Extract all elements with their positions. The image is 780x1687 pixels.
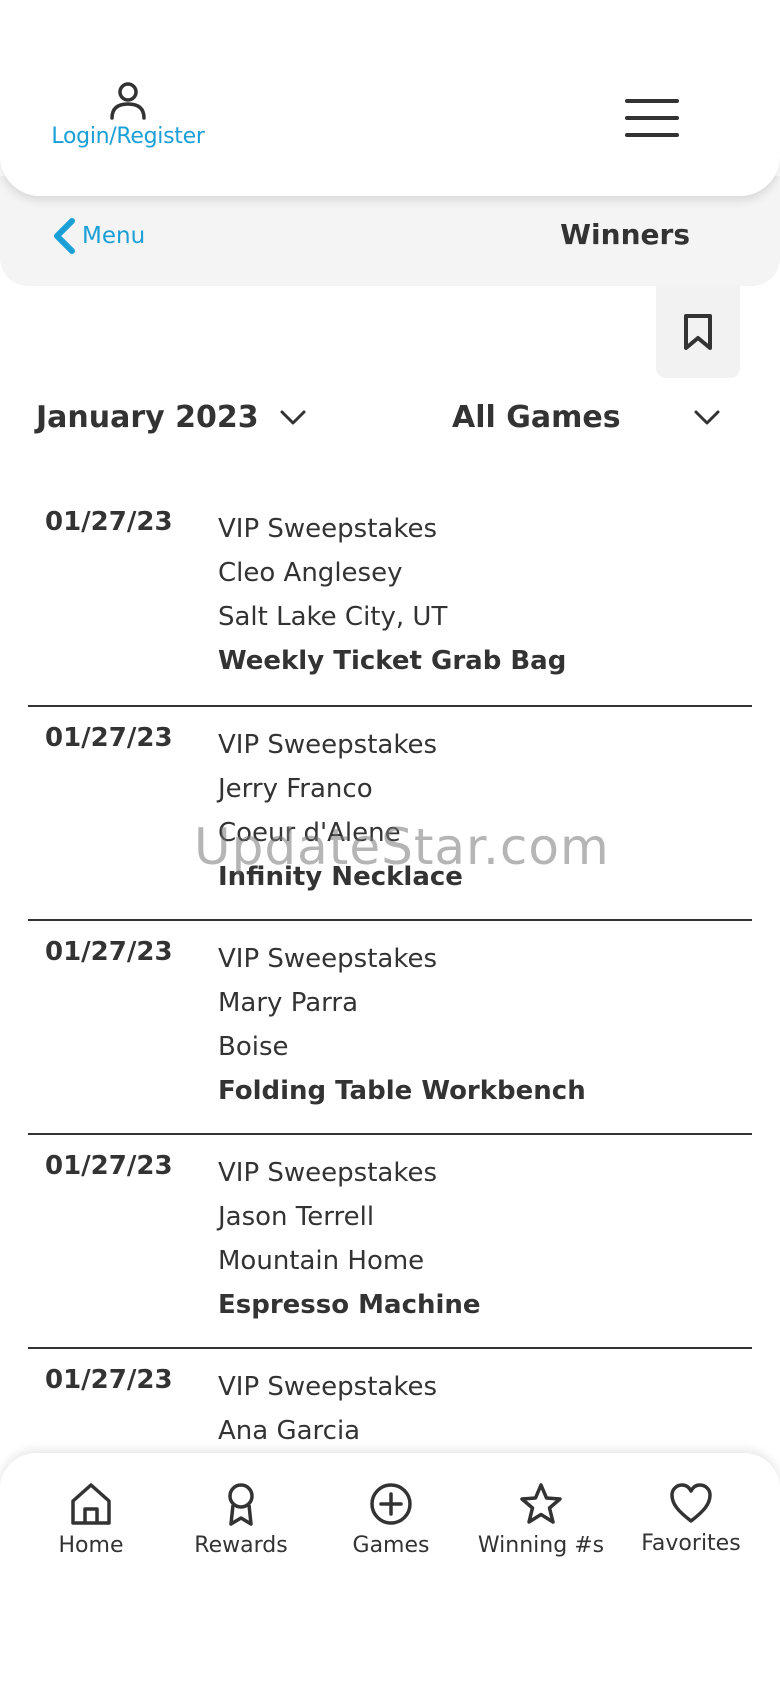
- games-filter-dropdown[interactable]: All Games: [452, 400, 720, 435]
- winner-location: Salt Lake City, UT: [218, 602, 448, 632]
- winner-info: VIP Sweepstakes Jerry Franco Coeur d'Ale…: [218, 723, 463, 899]
- nav-home-label: Home: [58, 1533, 124, 1558]
- winner-game: VIP Sweepstakes: [218, 1372, 438, 1402]
- ribbon-icon: [228, 1483, 254, 1526]
- nav-winning-numbers-label: Winning #s: [477, 1533, 605, 1558]
- winner-prize: Weekly Ticket Grab Bag: [218, 646, 567, 676]
- winner-name: Jerry Franco: [218, 774, 373, 804]
- winner-date: 01/27/23: [45, 937, 173, 967]
- winner-name: Jason Terrell: [218, 1202, 375, 1232]
- back-to-menu-button[interactable]: Menu: [52, 218, 145, 254]
- nav-favorites-label: Favorites: [641, 1531, 741, 1556]
- star-icon: [520, 1483, 562, 1524]
- winner-name: Mary Parra: [218, 988, 359, 1018]
- winner-name: Ana Garcia: [218, 1416, 361, 1446]
- home-icon: [71, 1483, 111, 1525]
- plus-circle-icon: [370, 1483, 412, 1525]
- winner-row: 01/27/23 VIP Sweepstakes Mary Parra Bois…: [28, 921, 752, 1135]
- winner-info: VIP Sweepstakes Mary Parra Boise Folding…: [218, 937, 586, 1113]
- login-register-label: Login/Register: [51, 124, 205, 149]
- hamburger-menu-button[interactable]: [624, 96, 680, 140]
- winner-info: VIP Sweepstakes Cleo Anglesey Salt Lake …: [218, 507, 566, 683]
- app-root: Login/Register Menu Winners January 2023: [0, 0, 780, 1687]
- nav-games-label: Games: [352, 1533, 430, 1558]
- month-filter-dropdown[interactable]: January 2023: [36, 400, 306, 435]
- hamburger-icon: [625, 99, 679, 137]
- bookmark-icon: [684, 314, 712, 350]
- top-header: Login/Register: [0, 0, 780, 196]
- winner-row: 01/27/23 VIP Sweepstakes Jason Terrell M…: [28, 1135, 752, 1349]
- chevron-left-icon: [54, 218, 75, 254]
- user-icon: [110, 82, 146, 120]
- winner-info: VIP Sweepstakes Ana Garcia: [218, 1365, 437, 1453]
- bookmark-button[interactable]: [656, 286, 740, 378]
- nav-favorites[interactable]: Favorites: [616, 1481, 766, 1556]
- login-register-button[interactable]: Login/Register: [48, 80, 208, 149]
- back-label: Menu: [82, 223, 146, 249]
- bottom-navigation: Home Rewards Games Winning #s Favorites: [0, 1453, 780, 1687]
- winner-location: Boise: [218, 1032, 289, 1062]
- nav-home[interactable]: Home: [16, 1481, 166, 1558]
- month-filter-value: January 2023: [36, 400, 259, 435]
- winner-prize: Infinity Necklace: [218, 862, 463, 892]
- winner-prize: Espresso Machine: [218, 1290, 481, 1320]
- nav-winning-numbers[interactable]: Winning #s: [466, 1481, 616, 1558]
- winner-info: VIP Sweepstakes Jason Terrell Mountain H…: [218, 1151, 481, 1327]
- winner-location: Mountain Home: [218, 1246, 425, 1276]
- winner-game: VIP Sweepstakes: [218, 730, 438, 760]
- chevron-down-icon: [280, 410, 306, 424]
- winner-prize: Folding Table Workbench: [218, 1076, 586, 1106]
- winner-game: VIP Sweepstakes: [218, 1158, 438, 1188]
- winner-game: VIP Sweepstakes: [218, 944, 438, 974]
- winner-location: Coeur d'Alene: [218, 818, 401, 848]
- nav-rewards[interactable]: Rewards: [166, 1481, 316, 1558]
- winners-list: 01/27/23 VIP Sweepstakes Cleo Anglesey S…: [28, 493, 752, 1563]
- winner-date: 01/27/23: [45, 507, 173, 537]
- winner-date: 01/27/23: [45, 723, 173, 753]
- nav-games[interactable]: Games: [316, 1481, 466, 1558]
- winner-row: 01/27/23 VIP Sweepstakes Jerry Franco Co…: [28, 707, 752, 921]
- winner-date: 01/27/23: [45, 1365, 173, 1395]
- heart-icon: [670, 1483, 712, 1523]
- winner-game: VIP Sweepstakes: [218, 514, 438, 544]
- page-title: Winners: [560, 218, 690, 251]
- winner-date: 01/27/23: [45, 1151, 173, 1181]
- chevron-down-icon: [694, 410, 720, 424]
- games-filter-value: All Games: [452, 400, 621, 435]
- winner-row: 01/27/23 VIP Sweepstakes Cleo Anglesey S…: [28, 493, 752, 707]
- nav-rewards-label: Rewards: [194, 1533, 288, 1558]
- winner-name: Cleo Anglesey: [218, 558, 403, 588]
